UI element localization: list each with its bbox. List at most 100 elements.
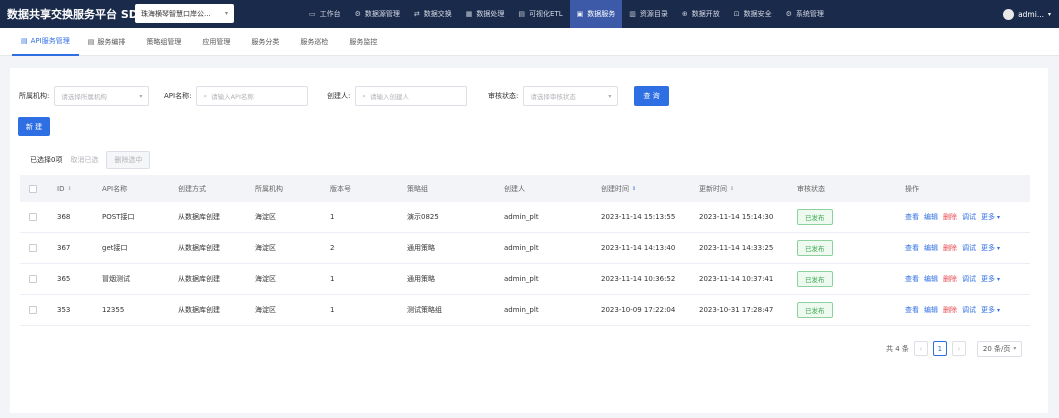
new-button[interactable]: 新 建 [18, 117, 50, 136]
view-button[interactable]: 查看 [905, 305, 919, 315]
row-checkbox[interactable] [29, 275, 37, 283]
cell-org: 海淀区 [255, 275, 276, 283]
more-button[interactable]: 更多 [981, 212, 995, 222]
view-button[interactable]: 查看 [905, 212, 919, 222]
cell-updated: 2023-11-14 10:37:41 [699, 275, 774, 283]
app-title: 数据共享交换服务平台 SDX [7, 8, 147, 21]
col-created[interactable]: 创建时间 ⇕ [601, 175, 636, 202]
col-id[interactable]: ID ⇕ [57, 175, 72, 202]
col-creator: 创建人 [504, 184, 525, 193]
row-checkbox[interactable] [29, 306, 37, 314]
more-button[interactable]: 更多 [981, 243, 995, 253]
api-doc-icon: ▤ [21, 37, 28, 45]
org-select-placeholder: 请选择所属机构 [61, 93, 107, 101]
more-button[interactable]: 更多 [981, 274, 995, 284]
nav-item-7[interactable]: ⊕ 数据开放 [675, 0, 727, 28]
nav-item-label: 数据源管理 [364, 10, 400, 18]
tab-1[interactable]: ▤ 服务编排 [79, 28, 135, 56]
delete-selected-button[interactable]: 删除选中 [106, 151, 151, 169]
cell-version: 1 [330, 306, 335, 314]
search-icon: ⌕ [203, 91, 208, 100]
cell-id: 367 [57, 244, 71, 252]
delete-button[interactable]: 删除 [943, 243, 957, 253]
nav-item-8[interactable]: ⊡ 数据安全 [727, 0, 779, 28]
delete-button[interactable]: 删除 [943, 305, 957, 315]
nav-item-5[interactable]: ▣ 数据服务 [569, 0, 623, 28]
nav-item-4[interactable]: ▤ 可视化ETL [511, 0, 569, 28]
api-name-input[interactable]: ⌕ 请输入API名称 [196, 86, 309, 106]
debug-button[interactable]: 调试 [962, 305, 976, 315]
cell-created: 2023-11-14 14:13:40 [601, 244, 676, 252]
nav-item-2[interactable]: ⇄ 数据交换 [407, 0, 459, 28]
cell-id: 368 [57, 213, 71, 221]
nav-item-3[interactable]: ▦ 数据处理 [459, 0, 512, 28]
more-button[interactable]: 更多 [981, 305, 995, 315]
chevron-down-icon: ▾ [1047, 10, 1051, 18]
lock-icon: ⊡ [733, 10, 740, 18]
chevron-down-icon: ▾ [1013, 345, 1017, 352]
row-checkbox[interactable] [29, 244, 37, 252]
cell-name: 12355 [102, 306, 125, 314]
col-actions: 操作 [905, 184, 919, 193]
next-page-button[interactable]: › [951, 341, 966, 356]
tab-2[interactable]: 策略组管理 [134, 28, 190, 56]
user-menu[interactable]: admi... ▾ [1003, 0, 1051, 28]
row-actions: 查看 编辑 删除 调试 更多 ▾ [905, 264, 1000, 294]
tab-3[interactable]: 应用管理 [190, 28, 239, 56]
cell-policy: 演示0825 [407, 213, 439, 221]
sub-tabs: ▤ API服务管理 ▤ 服务编排 策略组管理 应用管理 服务分类 服务巡检 服务监控 [0, 28, 1059, 56]
cell-method: 从数据库创建 [178, 213, 220, 221]
filter-creator-label: 创建人: [327, 92, 351, 100]
cell-version: 1 [330, 275, 335, 283]
tab-4[interactable]: 服务分类 [239, 28, 288, 56]
nav-item-label: 数据开放 [691, 10, 720, 18]
edit-button[interactable]: 编辑 [924, 274, 938, 284]
tab-0[interactable]: ▤ API服务管理 [12, 28, 79, 56]
tab-5[interactable]: 服务巡检 [288, 28, 337, 56]
row-checkbox[interactable] [29, 213, 37, 221]
col-status: 审核状态 [797, 184, 825, 193]
cancel-selection-button[interactable]: 取消已选 [70, 155, 98, 165]
status-select[interactable]: 请选择审核状态 ▾ [523, 86, 619, 106]
nav-item-1[interactable]: ⚙ 数据源管理 [348, 0, 407, 28]
edit-button[interactable]: 编辑 [924, 243, 938, 253]
org-select[interactable]: 请选择所属机构 ▾ [54, 86, 150, 106]
select-all-checkbox[interactable] [29, 184, 37, 193]
org-switcher[interactable]: 珠海横琴智慧口岸公... ▾ [135, 4, 234, 23]
filter-api: API名称: ⌕ 请输入API名称 [164, 86, 309, 106]
status-badge: 已发布 [797, 271, 833, 287]
main-nav: ▭ 工作台 ⚙ 数据源管理 ⇄ 数据交换 ▦ 数据处理 ▤ 可视化ETL ▣ 数据服务 ▥ 资源目录 ⊕ 数据… [302, 0, 831, 28]
col-updated[interactable]: 更新时间 ⇕ [699, 175, 734, 202]
tab-label: 服务分类 [251, 38, 280, 46]
page-1-button[interactable]: 1 [932, 341, 947, 356]
database-icon: ▣ [576, 10, 584, 18]
cell-org: 海淀区 [255, 244, 276, 252]
debug-button[interactable]: 调试 [962, 243, 976, 253]
row-actions: 查看 编辑 删除 调试 更多 ▾ [905, 202, 1000, 232]
view-button[interactable]: 查看 [905, 243, 919, 253]
delete-button[interactable]: 删除 [943, 274, 957, 284]
chevron-down-icon: ▾ [608, 92, 612, 100]
debug-button[interactable]: 调试 [962, 274, 976, 284]
nav-item-label: 数据服务 [587, 10, 616, 18]
page-size-select[interactable]: 20 条/页 ▾ [976, 340, 1023, 357]
query-button[interactable]: 查 询 [634, 86, 669, 106]
creator-input[interactable]: ⌕ 请输入创建人 [355, 86, 468, 106]
edit-button[interactable]: 编辑 [924, 212, 938, 222]
edit-button[interactable]: 编辑 [924, 305, 938, 315]
debug-button[interactable]: 调试 [962, 212, 976, 222]
chevron-down-icon: ▾ [997, 244, 1001, 252]
delete-button[interactable]: 删除 [943, 212, 957, 222]
nav-item-6[interactable]: ▥ 资源目录 [622, 0, 675, 28]
nav-item-0[interactable]: ▭ 工作台 [302, 0, 348, 28]
prev-page-button[interactable]: ‹ [913, 341, 928, 356]
chevron-down-icon: ▾ [997, 306, 1001, 314]
catalog-icon: ▥ [629, 10, 636, 18]
row-actions: 查看 编辑 删除 调试 更多 ▾ [905, 295, 1000, 325]
tab-6[interactable]: 服务监控 [337, 28, 386, 56]
table-row: 368 POST接口 从数据库创建 海淀区 1 演示0825 admin_plt 2023-1… [20, 202, 1030, 233]
status-badge: 已发布 [797, 302, 833, 318]
chevron-down-icon: ▾ [997, 275, 1001, 283]
nav-item-9[interactable]: ⚙ 系统管理 [779, 0, 831, 28]
view-button[interactable]: 查看 [905, 274, 919, 284]
